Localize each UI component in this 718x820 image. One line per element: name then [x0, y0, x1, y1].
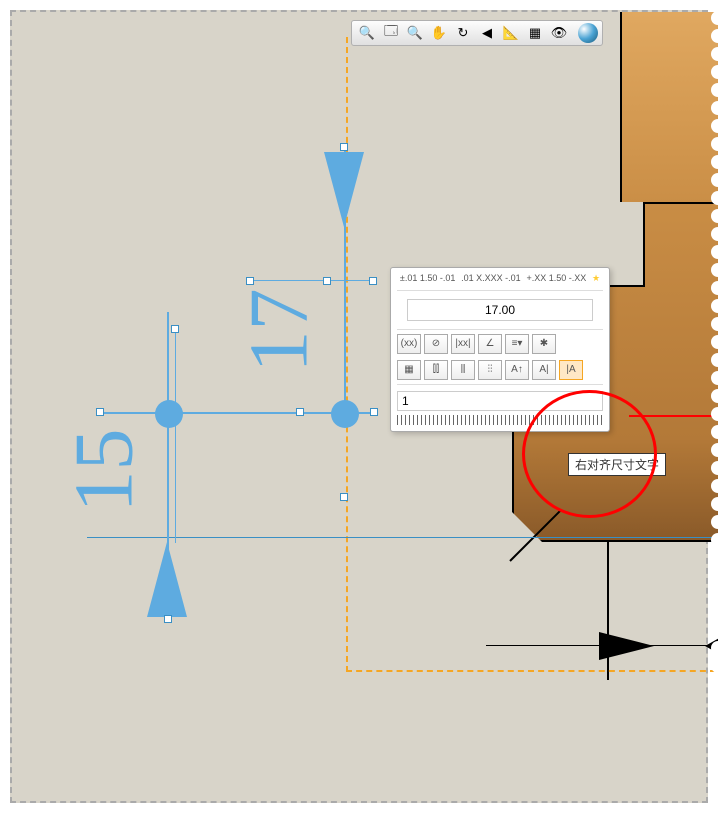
favorite-icon[interactable]: ★	[592, 274, 600, 284]
justify-button[interactable]: ≡▾	[505, 334, 529, 354]
center-mark-button[interactable]: ✱	[532, 334, 556, 354]
stack-button[interactable]: ⫼	[451, 360, 475, 380]
spin-ruler[interactable]	[397, 415, 603, 425]
drag-handle[interactable]	[171, 325, 179, 333]
tolerance-presets-row: ±.01 1.50 -.01 .01 X.XXX -.01 +.XX 1.50 …	[397, 274, 603, 291]
dimension-modify-panel[interactable]: ±.01 1.50 -.01 .01 X.XXX -.01 +.XX 1.50 …	[390, 267, 610, 432]
pan-icon[interactable]: ✋	[428, 23, 450, 43]
geometry-face	[620, 12, 718, 212]
dimension-tools-row: (xx) ⊘ |xx| ∠ ≡▾ ✱ ▦ ⫿⫿ ⫼ ⫶⫶ A↑ A| |A	[397, 329, 603, 385]
drag-handle[interactable]	[340, 143, 348, 151]
text-right-align-button[interactable]: |A	[559, 360, 583, 380]
inspection-button[interactable]: |xx|	[451, 334, 475, 354]
rotate-icon[interactable]: ↻	[452, 23, 474, 43]
dimension-endpoint-icon[interactable]	[331, 400, 359, 428]
dimension-value-15[interactable]: 15	[56, 429, 153, 513]
dimension-extension-line	[247, 280, 377, 281]
dimension-value-input[interactable]	[407, 299, 592, 321]
drag-handle[interactable]	[323, 277, 331, 285]
dimension-arrow-icon	[324, 152, 364, 227]
zoom-area-icon[interactable]: 🔍	[356, 23, 378, 43]
dimension-value-17[interactable]: 17	[231, 289, 328, 373]
dimension-extension-line	[87, 537, 717, 538]
tolerance-preset[interactable]: .01 X.XXX -.01	[461, 274, 521, 284]
tolerance-preset[interactable]: ±.01 1.50 -.01	[400, 274, 455, 284]
zoom-fit-icon[interactable]: 🗔	[380, 23, 402, 43]
cad-canvas[interactable]: 🔍 🗔 🔍 ✋ ↻ ◀ 📐 ▦ 👁 15 17	[10, 10, 708, 803]
spacing-button[interactable]: ⫿⫿	[424, 360, 448, 380]
tooltip: 右对齐尺寸文字	[568, 453, 666, 476]
datum-arrow-icon	[599, 632, 654, 660]
annotation-line	[629, 415, 718, 417]
zoom-icon[interactable]: 🔍	[404, 23, 426, 43]
drag-handle[interactable]	[340, 493, 348, 501]
sketch-boundary-line	[346, 37, 348, 672]
drag-handle[interactable]	[246, 277, 254, 285]
drag-handle[interactable]	[370, 408, 378, 416]
datum-arrow-icon	[705, 632, 718, 660]
instance-count-input[interactable]	[397, 391, 603, 411]
break-button[interactable]: ⫶⫶	[478, 360, 502, 380]
tolerance-preset[interactable]: +.XX 1.50 -.XX	[526, 274, 586, 284]
instance-count-row	[397, 391, 603, 411]
reference-dim-button[interactable]: (xx)	[397, 334, 421, 354]
dimension-endpoint-icon[interactable]	[155, 400, 183, 428]
dimension-witness-line	[175, 328, 176, 543]
angle-button[interactable]: ∠	[478, 334, 502, 354]
drag-handle[interactable]	[296, 408, 304, 416]
grid-button[interactable]: ▦	[397, 360, 421, 380]
text-above-button[interactable]: A↑	[505, 360, 529, 380]
dimension-arrow-icon	[147, 542, 187, 617]
text-left-align-button[interactable]: A|	[532, 360, 556, 380]
diameter-button[interactable]: ⊘	[424, 334, 448, 354]
drag-handle[interactable]	[369, 277, 377, 285]
sketch-boundary-line	[346, 670, 716, 672]
drag-handle[interactable]	[96, 408, 104, 416]
drag-handle[interactable]	[164, 615, 172, 623]
